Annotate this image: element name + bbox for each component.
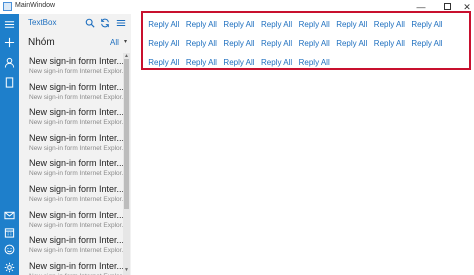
list-item[interactable]: New sign-in form Inter...New sign-in for… <box>19 104 123 130</box>
smiley-icon[interactable] <box>0 241 19 257</box>
search-textbox[interactable]: TextBox <box>28 18 56 27</box>
list-item[interactable]: New sign-in form Inter...New sign-in for… <box>19 207 123 233</box>
reply-all-button[interactable]: Reply All <box>258 53 296 72</box>
mail-preview: New sign-in form Internet Explor... <box>29 195 123 203</box>
reply-all-button[interactable]: Reply All <box>220 15 258 34</box>
filter-dropdown[interactable]: All <box>110 38 119 47</box>
mail-subject: New sign-in form Inter... <box>29 107 123 118</box>
reply-all-button[interactable]: Reply All <box>183 34 221 53</box>
mail-preview: New sign-in form Internet Explor... <box>29 170 123 178</box>
mail-subject: New sign-in form Inter... <box>29 235 123 246</box>
scroll-thumb[interactable] <box>124 59 129 209</box>
reply-all-panel: Reply All Reply All Reply All Reply All Repl… <box>141 11 471 70</box>
reply-all-button[interactable]: Reply All <box>220 53 258 72</box>
book-icon[interactable] <box>0 74 19 90</box>
list-item[interactable]: New sign-in form Inter... New sign-in for… <box>19 53 123 79</box>
reply-all-button[interactable]: Reply All <box>145 15 183 34</box>
calendar-icon[interactable] <box>0 224 19 240</box>
list-item[interactable]: New sign-in form Inter...New sign-in for… <box>19 130 123 156</box>
message-list-pane: TextBox Nhóm All ▾ New sign-in form Inte… <box>19 14 131 275</box>
mail-subject: New sign-in form Inter... <box>29 81 123 92</box>
mail-preview: New sign-in form Internet Explor... <box>29 144 123 152</box>
reply-all-button[interactable]: Reply All <box>333 34 371 53</box>
mail-subject: New sign-in form Inter... <box>29 183 123 194</box>
reply-all-button[interactable]: Reply All <box>371 34 409 53</box>
folder-bar: Nhóm All ▾ <box>19 31 131 53</box>
content-area: Reply All Reply All Reply All Reply All Repl… <box>131 11 474 275</box>
list-item[interactable]: New sign-in form Inter...New sign-in for… <box>19 232 123 258</box>
gear-icon[interactable] <box>0 259 19 275</box>
reply-all-button[interactable]: Reply All <box>295 34 333 53</box>
window-title: MainWindow <box>15 2 56 9</box>
search-icon[interactable] <box>83 16 96 29</box>
mail-preview: New sign-in form Internet Explor... <box>29 247 123 255</box>
person-icon[interactable] <box>0 54 19 70</box>
hamburger-icon[interactable] <box>0 16 19 32</box>
mail-subject: New sign-in form Inter... <box>29 56 123 66</box>
list-item[interactable]: New sign-in form Inter...New sign-in for… <box>19 181 123 207</box>
list-item[interactable]: New sign-in form Inter...New sign-in for… <box>19 258 123 275</box>
reply-all-button[interactable]: Reply All <box>295 53 333 72</box>
list-item[interactable]: New sign-in form Inter...New sign-in for… <box>19 79 123 105</box>
reply-all-button[interactable]: Reply All <box>183 15 221 34</box>
reply-all-button[interactable]: Reply All <box>183 53 221 72</box>
mail-preview: New sign-in form Internet Explor... <box>29 119 123 127</box>
mail-icon[interactable] <box>0 207 19 223</box>
mail-subject: New sign-in form Inter... <box>29 260 123 271</box>
reply-all-button[interactable]: Reply All <box>258 34 296 53</box>
reply-all-button[interactable]: Reply All <box>408 34 446 53</box>
reply-all-button[interactable]: Reply All <box>258 15 296 34</box>
scroll-down-icon[interactable]: ▼ <box>123 267 130 273</box>
mail-preview: New sign-in form Internet Explor... <box>29 93 123 101</box>
reply-all-button[interactable]: Reply All <box>145 53 183 72</box>
nav-rail <box>0 14 19 275</box>
reply-all-button[interactable]: Reply All <box>371 15 409 34</box>
filter-list-icon[interactable] <box>114 16 127 29</box>
reply-all-button[interactable]: Reply All <box>333 15 371 34</box>
mail-subject: New sign-in form Inter... <box>29 158 123 169</box>
plus-icon[interactable] <box>0 34 19 50</box>
app-icon <box>3 2 12 11</box>
list-item[interactable]: New sign-in form Inter...New sign-in for… <box>19 155 123 181</box>
chevron-down-icon: ▾ <box>124 39 128 45</box>
reply-all-button[interactable]: Reply All <box>295 15 333 34</box>
reply-all-button[interactable]: Reply All <box>408 15 446 34</box>
list-header: TextBox <box>19 14 131 31</box>
mail-subject: New sign-in form Inter... <box>29 132 123 143</box>
reply-all-button[interactable]: Reply All <box>145 34 183 53</box>
folder-title: Nhóm <box>28 37 55 48</box>
mail-preview: New sign-in form Internet Explor... <box>29 68 123 75</box>
message-list: New sign-in form Inter... New sign-in for… <box>19 53 123 275</box>
maximize-icon <box>443 3 451 10</box>
reply-all-button[interactable]: Reply All <box>220 34 258 53</box>
mail-subject: New sign-in form Inter... <box>29 209 123 220</box>
list-scrollbar[interactable]: ▲ ▼ <box>123 53 130 275</box>
reply-all-grid: Reply All Reply All Reply All Reply All Repl… <box>145 15 471 72</box>
sync-icon[interactable] <box>98 16 111 29</box>
mail-preview: New sign-in form Internet Explor... <box>29 221 123 229</box>
